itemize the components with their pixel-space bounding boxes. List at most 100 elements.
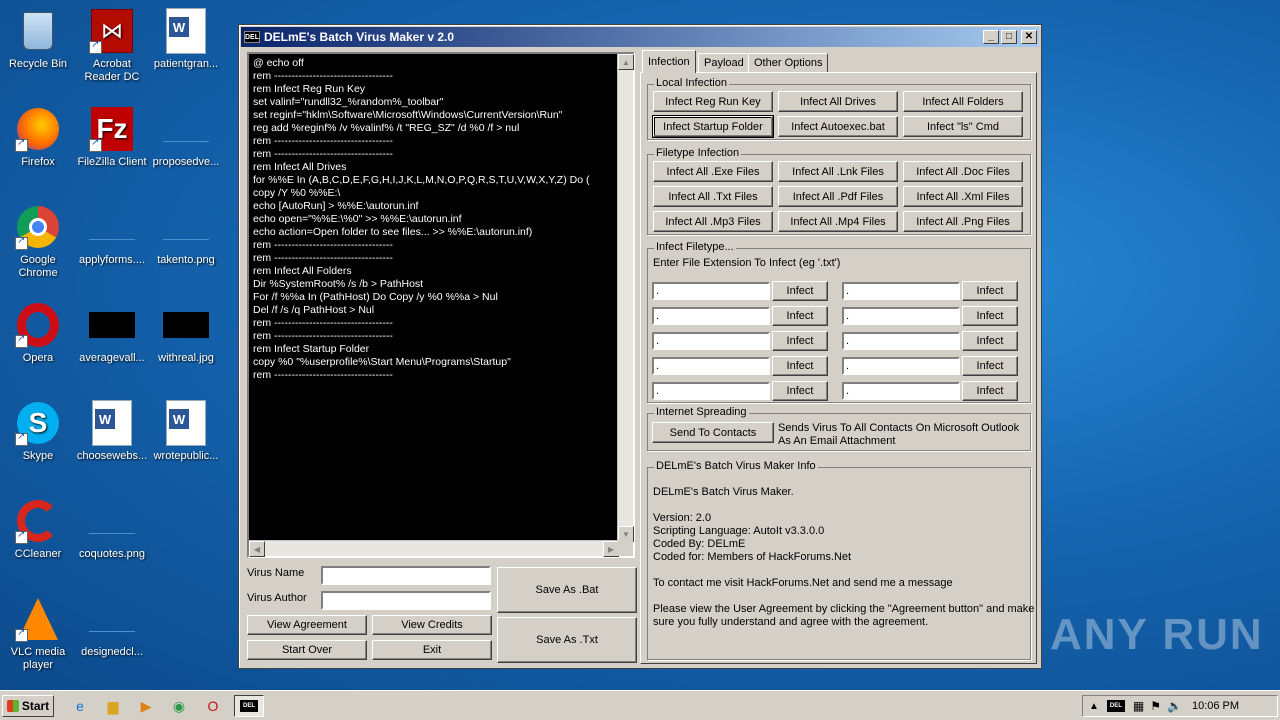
maximize-button[interactable]: □	[1001, 30, 1017, 44]
code-line: rem Infect Reg Run Key	[253, 83, 366, 95]
desktop-icon[interactable]: averagevall...	[74, 298, 150, 384]
tab-payload[interactable]: Payload	[698, 53, 750, 73]
desktop-icon[interactable]: coquotes.png	[74, 494, 150, 580]
taskbar-app-del[interactable]: DEL	[234, 695, 264, 717]
desktop-icon[interactable]: ⋈ Acrobat Reader DC	[74, 4, 150, 90]
view-agreement-button[interactable]: View Agreement	[247, 615, 367, 635]
infect-extension-button[interactable]: Infect	[772, 356, 828, 376]
extension-input[interactable]	[652, 357, 770, 375]
extension-input[interactable]	[652, 307, 770, 325]
infect-extension-button[interactable]: Infect	[772, 306, 828, 326]
local-infection-button[interactable]: Infect All Drives	[778, 91, 898, 112]
infect-extension-button[interactable]: Infect	[962, 331, 1018, 351]
exit-button[interactable]: Exit	[372, 640, 492, 660]
code-line: reg add %reginf% /v %valinf% /t "REG_SZ"…	[253, 122, 520, 134]
desktop-icon[interactable]: Recycle Bin	[0, 4, 76, 90]
local-infection-button[interactable]: Infect Startup Folder	[652, 115, 774, 138]
title-bar[interactable]: DEL DELmE's Batch Virus Maker v 2.0 _ □ …	[241, 27, 1039, 47]
save-as-txt-button[interactable]: Save As .Txt	[497, 617, 637, 663]
code-line: Dir %SystemRoot% /s /b > PathHost	[253, 278, 424, 290]
minimize-button[interactable]: _	[983, 30, 999, 44]
local-infection-button[interactable]: Infect "ls" Cmd	[903, 116, 1023, 137]
filetype-infection-button[interactable]: Infect All .Exe Files	[653, 161, 773, 182]
desktop-icon[interactable]: takento.png	[148, 200, 224, 286]
desktop-icon[interactable]: applyforms....	[74, 200, 150, 286]
view-credits-button[interactable]: View Credits	[372, 615, 492, 635]
infect-extension-button[interactable]: Infect	[962, 281, 1018, 301]
filetype-infection-button[interactable]: Infect All .Mp3 Files	[653, 211, 773, 232]
tab-other-options[interactable]: Other Options	[748, 53, 829, 73]
virus-author-input[interactable]	[321, 591, 491, 610]
vlc-icon	[15, 596, 61, 642]
desktop-icon[interactable]: VLC media player	[0, 592, 76, 678]
app-icon: DEL	[244, 31, 260, 43]
desktop-icon[interactable]: Wwrotepublic...	[148, 396, 224, 482]
filetype-infection-button[interactable]: Infect All .Pdf Files	[778, 186, 898, 207]
desktop-icon[interactable]: Google Chrome	[0, 200, 76, 286]
start-button[interactable]: Start	[2, 695, 54, 717]
desktop-icon[interactable]: CCleaner	[0, 494, 76, 580]
desktop-icon-label: choosewebs...	[76, 450, 148, 462]
filetype-infection-button[interactable]: Infect All .Txt Files	[653, 186, 773, 207]
code-editor[interactable]: @ echo off rem --------------------------…	[247, 52, 635, 558]
chrome-taskbar-icon[interactable]: ◉	[169, 696, 189, 716]
extension-input[interactable]	[842, 307, 960, 325]
volume-icon[interactable]: 🔈	[1167, 699, 1182, 713]
tray-expand-icon[interactable]: ▲	[1089, 701, 1099, 712]
opera-taskbar-icon[interactable]: O	[203, 696, 223, 716]
local-infection-button[interactable]: Infect Autoexec.bat	[778, 116, 898, 137]
filetype-infection-button[interactable]: Infect All .Png Files	[903, 211, 1023, 232]
desktop-icon[interactable]: Wpatientgran...	[148, 4, 224, 90]
extension-input[interactable]	[842, 357, 960, 375]
desktop-icon[interactable]: S Skype	[0, 396, 76, 482]
desktop-icon[interactable]: Opera	[0, 298, 76, 384]
local-infection-button[interactable]: Infect Reg Run Key	[653, 91, 773, 112]
ie-icon[interactable]: e	[70, 696, 90, 716]
tray-del-icon[interactable]: DEL	[1106, 700, 1125, 712]
extension-input[interactable]	[842, 282, 960, 300]
save-as-bat-button[interactable]: Save As .Bat	[497, 567, 637, 613]
desktop-icon[interactable]: Firefox	[0, 102, 76, 188]
scroll-left-icon[interactable]: ◀	[249, 541, 265, 557]
virus-name-label: Virus Name	[247, 567, 305, 579]
flag-icon[interactable]: ⚑	[1150, 699, 1161, 713]
desktop-icon[interactable]: designedcl...	[74, 592, 150, 678]
filetype-infection-button[interactable]: Infect All .Mp4 Files	[778, 211, 898, 232]
filetype-infection-button[interactable]: Infect All .Xml Files	[903, 186, 1023, 207]
vertical-scrollbar[interactable]: ▲ ▼	[617, 54, 634, 542]
infect-extension-button[interactable]: Infect	[962, 306, 1018, 326]
clock[interactable]: 10:06 PM	[1192, 700, 1239, 712]
desktop-icon[interactable]: withreal.jpg	[148, 298, 224, 384]
infect-extension-button[interactable]: Infect	[962, 356, 1018, 376]
media-player-icon[interactable]: ▶	[136, 696, 156, 716]
window-title: DELmE's Batch Virus Maker v 2.0	[264, 30, 455, 44]
extension-input[interactable]	[652, 382, 770, 400]
word-doc-icon: W	[163, 8, 209, 54]
send-to-contacts-button[interactable]: Send To Contacts	[652, 422, 774, 443]
infect-extension-button[interactable]: Infect	[772, 381, 828, 401]
desktop-icon[interactable]: Wchoosewebs...	[74, 396, 150, 482]
extension-input[interactable]	[652, 332, 770, 350]
extension-input[interactable]	[652, 282, 770, 300]
desktop-icon[interactable]: Fz FileZilla Client	[74, 102, 150, 188]
network-icon[interactable]: ▦	[1133, 699, 1144, 713]
virus-name-input[interactable]	[321, 566, 491, 585]
horizontal-scrollbar[interactable]: ◀ ▶	[249, 540, 619, 557]
code-line: Del /f /s /q PathHost > Nul	[253, 304, 375, 316]
infect-extension-button[interactable]: Infect	[772, 281, 828, 301]
code-text[interactable]: @ echo off rem --------------------------…	[251, 56, 619, 542]
extension-input[interactable]	[842, 332, 960, 350]
desktop-icon[interactable]: proposedve...	[148, 102, 224, 188]
close-button[interactable]: ✕	[1021, 30, 1037, 44]
infect-extension-button[interactable]: Infect	[962, 381, 1018, 401]
explorer-folder-icon[interactable]: ▆	[103, 696, 123, 716]
tab-infection[interactable]: Infection	[642, 50, 696, 73]
infect-extension-button[interactable]: Infect	[772, 331, 828, 351]
filetype-infection-button[interactable]: Infect All .Doc Files	[903, 161, 1023, 182]
start-over-button[interactable]: Start Over	[247, 640, 367, 660]
local-infection-button[interactable]: Infect All Folders	[903, 91, 1023, 112]
skype-icon: S	[15, 400, 61, 446]
extension-input[interactable]	[842, 382, 960, 400]
filetype-infection-button[interactable]: Infect All .Lnk Files	[778, 161, 898, 182]
scroll-up-icon[interactable]: ▲	[618, 54, 634, 70]
